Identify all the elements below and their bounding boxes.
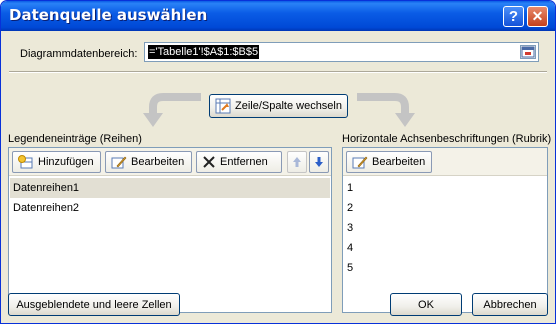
move-up-arrow-icon	[292, 156, 302, 168]
left-curve-arrow-icon	[141, 89, 203, 129]
chart-data-range-label: Diagrammdatenbereich:	[20, 48, 137, 60]
edit-axis-labels-label: Bearbeiten	[372, 156, 426, 168]
chart-data-range-value: ='Tabelle1'!$A$1:$B$5	[148, 45, 260, 59]
legend-toolbar: Hinzufügen Bearbeiten Entfernen	[9, 148, 331, 176]
add-series-label: Hinzufügen	[38, 156, 94, 168]
ok-button[interactable]: OK	[390, 293, 462, 316]
dialog-body: Diagrammdatenbereich: ='Tabelle1'!$A$1:$…	[1, 31, 555, 323]
legend-list-item[interactable]: Datenreihen1	[10, 178, 330, 198]
legend-list-item[interactable]: Datenreihen2	[10, 198, 330, 218]
axis-toolbar: Bearbeiten	[343, 148, 547, 176]
axis-list-item[interactable]: 2	[344, 198, 546, 218]
legend-entries-panel: Hinzufügen Bearbeiten Entfernen Datenrei…	[8, 147, 332, 313]
switch-row-column-icon	[215, 98, 231, 114]
edit-series-button[interactable]: Bearbeiten	[105, 151, 192, 173]
switch-row-column-label: Zeile/Spalte wechseln	[234, 100, 342, 112]
dialog-title: Datenquelle auswählen	[9, 6, 208, 24]
hidden-empty-cells-button[interactable]: Ausgeblendete und leere Zellen	[8, 293, 180, 316]
add-series-button[interactable]: Hinzufügen	[12, 151, 101, 173]
collapse-dialog-icon	[521, 46, 535, 58]
right-curve-arrow-icon	[355, 89, 417, 129]
axis-list-item[interactable]: 4	[344, 238, 546, 258]
axis-list-item[interactable]: 3	[344, 218, 546, 238]
axis-list-item[interactable]: 5	[344, 258, 546, 278]
edit-pencil-icon	[111, 155, 127, 169]
edit-axis-labels-button[interactable]: Bearbeiten	[346, 151, 432, 173]
select-data-source-dialog: Datenquelle auswählen ? ✕ Diagrammdatenb…	[0, 0, 556, 324]
move-down-arrow-icon	[314, 156, 324, 168]
help-button[interactable]: ?	[503, 6, 524, 27]
axis-labels-panel: Bearbeiten 1 2 3 4 5	[342, 147, 548, 313]
title-bar[interactable]: Datenquelle auswählen ? ✕	[1, 1, 555, 31]
axis-labels-header: Horizontale Achsenbeschriftungen (Rubrik…	[342, 133, 552, 145]
edit-pencil-icon	[352, 155, 368, 169]
legend-entries-header: Legendeneinträge (Reihen)	[8, 133, 142, 145]
chart-data-range-label-text: Diagrammdatenbereich:	[20, 48, 138, 60]
switch-row-column-button[interactable]: Zeile/Spalte wechseln	[209, 94, 348, 118]
cancel-button[interactable]: Abbrechen	[472, 293, 548, 316]
remove-x-icon	[202, 155, 216, 169]
collapse-dialog-button[interactable]	[520, 45, 536, 59]
add-series-icon	[18, 155, 34, 169]
separator	[9, 71, 547, 73]
close-button[interactable]: ✕	[527, 6, 548, 27]
remove-series-label: Entfernen	[220, 156, 268, 168]
chart-data-range-input[interactable]: ='Tabelle1'!$A$1:$B$5	[144, 42, 539, 62]
edit-series-label: Bearbeiten	[131, 156, 185, 168]
move-down-button[interactable]	[309, 151, 329, 173]
remove-series-button[interactable]: Entfernen	[196, 151, 282, 173]
move-up-button[interactable]	[287, 151, 307, 173]
axis-list-item[interactable]: 1	[344, 178, 546, 198]
